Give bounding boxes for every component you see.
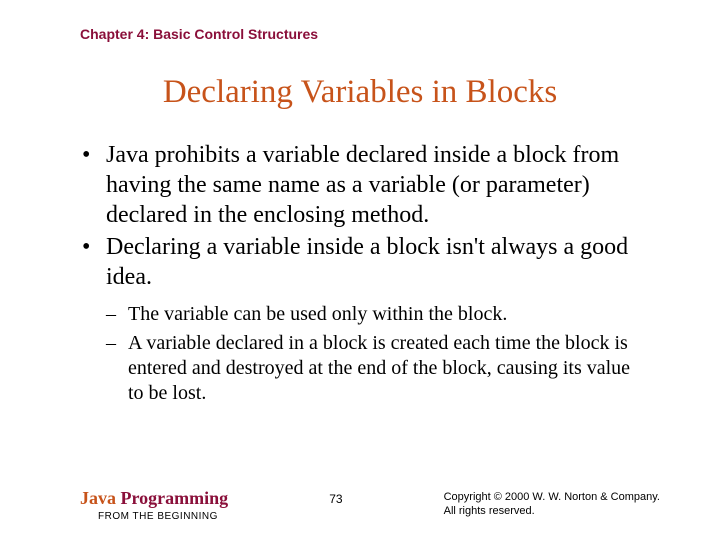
bullet-item: • Declaring a variable inside a block is… (80, 232, 650, 292)
book-title-programming: Programming (116, 488, 228, 508)
book-subtitle: FROM THE BEGINNING (98, 511, 228, 522)
footer-book-block: Java Programming FROM THE BEGINNING (80, 488, 228, 522)
copyright-line: Copyright © 2000 W. W. Norton & Company. (444, 490, 660, 504)
book-title: Java Programming (80, 488, 228, 509)
bullet-marker: • (80, 232, 106, 262)
sub-bullet-marker: – (106, 302, 128, 327)
bullet-text: Java prohibits a variable declared insid… (106, 140, 650, 230)
sub-bullet-text: A variable declared in a block is create… (128, 331, 650, 406)
slide-footer: Java Programming FROM THE BEGINNING 73 C… (80, 488, 660, 522)
copyright-line: All rights reserved. (444, 504, 660, 518)
page-number: 73 (329, 488, 342, 506)
chapter-header: Chapter 4: Basic Control Structures (80, 26, 318, 42)
bullet-marker: • (80, 140, 106, 170)
slide-content: • Java prohibits a variable declared ins… (80, 140, 650, 406)
bullet-item: • Java prohibits a variable declared ins… (80, 140, 650, 230)
slide-title: Declaring Variables in Blocks (0, 74, 720, 111)
sub-bullet-text: The variable can be used only within the… (128, 302, 507, 327)
bullet-text: Declaring a variable inside a block isn'… (106, 232, 650, 292)
sub-bullet-item: – The variable can be used only within t… (106, 302, 650, 327)
copyright-text: Copyright © 2000 W. W. Norton & Company.… (444, 488, 660, 518)
sub-bullet-marker: – (106, 331, 128, 356)
book-title-java: Java (80, 488, 116, 508)
sub-bullet-item: – A variable declared in a block is crea… (106, 331, 650, 406)
